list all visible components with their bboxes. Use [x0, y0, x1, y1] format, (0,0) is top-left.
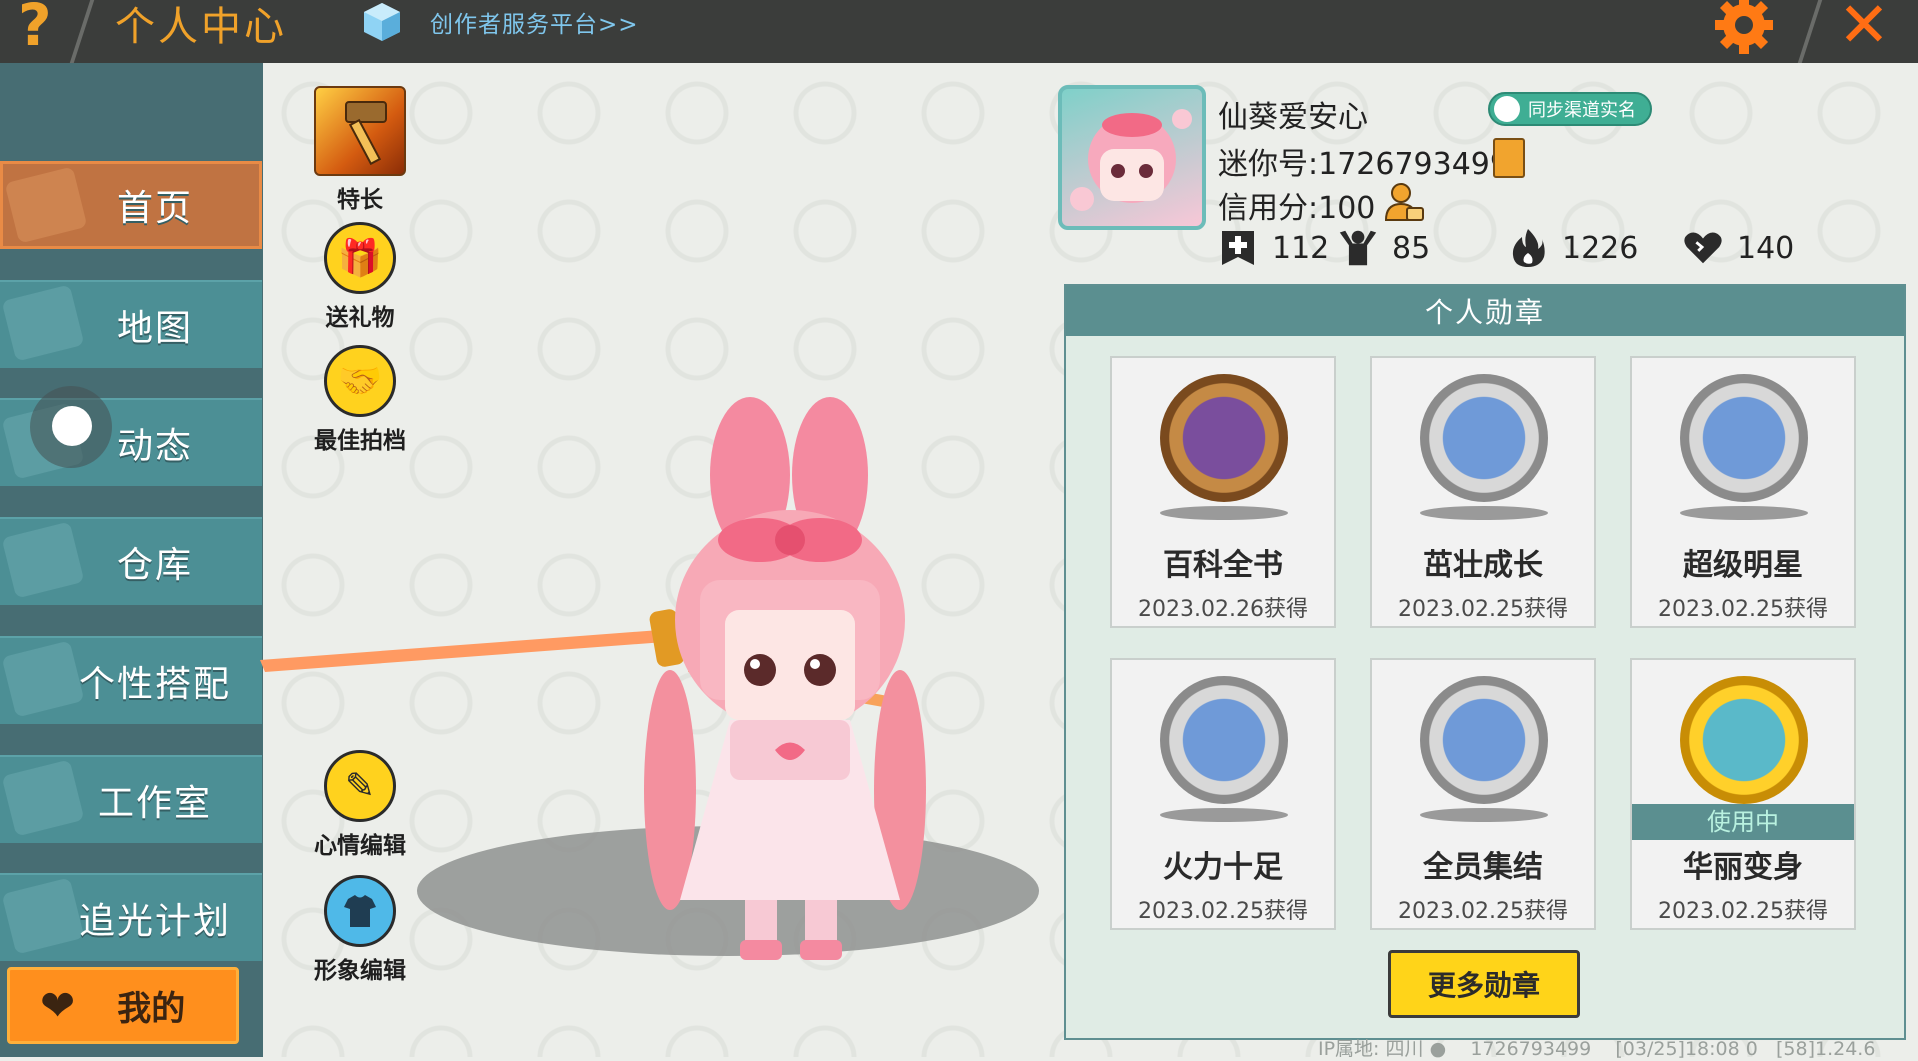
user-icon — [1494, 96, 1520, 122]
mine-label: 我的 — [117, 989, 186, 1029]
medal-date: 2023.02.25获得 — [1138, 899, 1308, 924]
home-icon — [4, 166, 88, 244]
credit-score: 信用分:100 — [1218, 191, 1376, 226]
medal-card[interactable]: 火力十足 2023.02.25获得 — [1110, 658, 1336, 930]
sidebar-item-label: 首页 — [116, 188, 193, 229]
medal-name: 超级明星 — [1683, 548, 1803, 583]
send-gift-button[interactable]: 🎁 送礼物 — [300, 222, 420, 332]
sidebar-item-label: 仓库 — [116, 545, 193, 586]
specialty-button[interactable]: 特长 — [300, 86, 420, 214]
sidebar-item-outfit[interactable]: 个性搭配 — [0, 636, 262, 724]
medal-name: 百科全书 — [1163, 548, 1283, 583]
verify-label: 同步渠道实名 — [1528, 100, 1636, 121]
medal-pedestal — [1160, 808, 1288, 822]
medal-pedestal — [1680, 506, 1808, 520]
medal-card[interactable]: 茁壮成长 2023.02.25获得 — [1370, 356, 1596, 628]
star-medal-icon — [1680, 374, 1808, 502]
cube-icon — [364, 3, 400, 41]
stat-fans: 85 — [1338, 228, 1430, 268]
toolbox-medal-icon — [1160, 676, 1288, 804]
touch-indicator — [30, 386, 112, 468]
medal-date: 2023.02.25获得 — [1398, 899, 1568, 924]
house-icon — [1, 521, 85, 599]
stat-created: 112 — [1218, 228, 1329, 268]
mini-id: 迷你号:1726793499 — [1218, 147, 1509, 182]
sidebar-item-label: 工作室 — [97, 783, 212, 824]
medal-card[interactable]: 全员集结 2023.02.25获得 — [1370, 658, 1596, 930]
character-model[interactable] — [260, 380, 1080, 980]
sidebar-item-light-plan[interactable]: 追光计划 — [0, 873, 262, 961]
medal-panel: 个人勋章 百科全书 2023.02.26获得 茁壮成长 2023.02.25获得… — [1064, 284, 1906, 1040]
gift-label: 送礼物 — [325, 305, 395, 331]
map-icon — [1, 284, 85, 362]
stat-popularity: 1226 — [1508, 228, 1638, 268]
specialty-label: 特长 — [337, 187, 383, 213]
medal-card[interactable]: 使用中 华丽变身 2023.02.25获得 — [1630, 658, 1856, 930]
outfit-icon — [1, 640, 85, 718]
help-icon[interactable]: ? — [18, 0, 52, 54]
medal-pedestal — [1160, 506, 1288, 520]
gift-icon: 🎁 — [324, 222, 396, 294]
dinosaur-medal-icon — [1680, 676, 1808, 804]
username: 仙葵爱安心 — [1218, 100, 1368, 135]
medal-pedestal — [1420, 506, 1548, 520]
stat-likes: 140 — [1683, 228, 1794, 268]
credit-user-icon[interactable] — [1383, 182, 1425, 224]
plus-box-icon — [1218, 228, 1258, 268]
in-use-badge: 使用中 — [1632, 804, 1854, 840]
copy-icon[interactable] — [1493, 138, 1525, 178]
medal-panel-header: 个人勋章 — [1066, 286, 1904, 336]
stat-value: 140 — [1737, 230, 1795, 266]
stat-value: 1226 — [1562, 230, 1639, 266]
medal-date: 2023.02.25获得 — [1658, 899, 1828, 924]
medal-card[interactable]: 百科全书 2023.02.26获得 — [1110, 356, 1336, 628]
close-icon[interactable]: ✕ — [1838, 0, 1890, 56]
sidebar-item-warehouse[interactable]: 仓库 — [0, 517, 262, 605]
book-medal-icon — [1160, 374, 1288, 502]
medal-card[interactable]: 超级明星 2023.02.25获得 — [1630, 356, 1856, 628]
avatar[interactable] — [1058, 85, 1206, 230]
medal-panel-title: 个人勋章 — [1424, 296, 1545, 329]
sidebar-item-studio[interactable]: 工作室 — [0, 755, 262, 843]
medal-date: 2023.02.25获得 — [1398, 597, 1568, 622]
creator-link-label: 创作者服务平台>> — [430, 12, 639, 38]
creator-platform-link[interactable]: 创作者服务平台>> — [360, 0, 639, 44]
medal-name: 华丽变身 — [1683, 850, 1803, 885]
hammer-icon — [314, 86, 406, 176]
settings-gear-icon[interactable] — [1713, 0, 1775, 56]
real-name-verify-button[interactable]: 同步渠道实名 — [1488, 92, 1652, 126]
sidebar-item-label: 地图 — [116, 308, 193, 349]
sidebar-item-map[interactable]: 地图 — [0, 280, 262, 368]
sidebar-item-label: 个性搭配 — [78, 664, 231, 705]
tree-icon — [1, 759, 85, 837]
more-medals-button[interactable]: 更多勋章 — [1388, 950, 1580, 1018]
plan-icon — [1, 877, 85, 955]
page-title: 个人中心 — [115, 4, 287, 50]
divider — [1797, 0, 1823, 63]
divider — [69, 0, 95, 63]
cheer-icon — [1338, 228, 1378, 268]
top-bar: ? 个人中心 创作者服务平台>> ✕ — [0, 0, 1918, 63]
sidebar-item-home[interactable]: 首页 — [0, 161, 262, 249]
stat-value: 112 — [1272, 230, 1330, 266]
sidebar-item-label: 动态 — [116, 426, 193, 467]
medal-name: 全员集结 — [1423, 850, 1543, 885]
medal-date: 2023.02.26获得 — [1138, 597, 1308, 622]
medal-name: 茁壮成长 — [1423, 548, 1543, 583]
heart-icon: ❤ — [40, 980, 76, 1030]
flame-icon — [1508, 228, 1548, 268]
mine-button[interactable]: ❤ 我的 — [7, 967, 239, 1044]
medal-date: 2023.02.25获得 — [1658, 597, 1828, 622]
sidebar-item-label: 追光计划 — [78, 901, 231, 942]
heart-outline-icon — [1683, 228, 1723, 268]
flag-medal-icon — [1420, 676, 1548, 804]
frog-medal-icon — [1420, 374, 1548, 502]
medal-pedestal — [1420, 808, 1548, 822]
medal-name: 火力十足 — [1163, 850, 1283, 885]
stat-value: 85 — [1392, 230, 1431, 266]
